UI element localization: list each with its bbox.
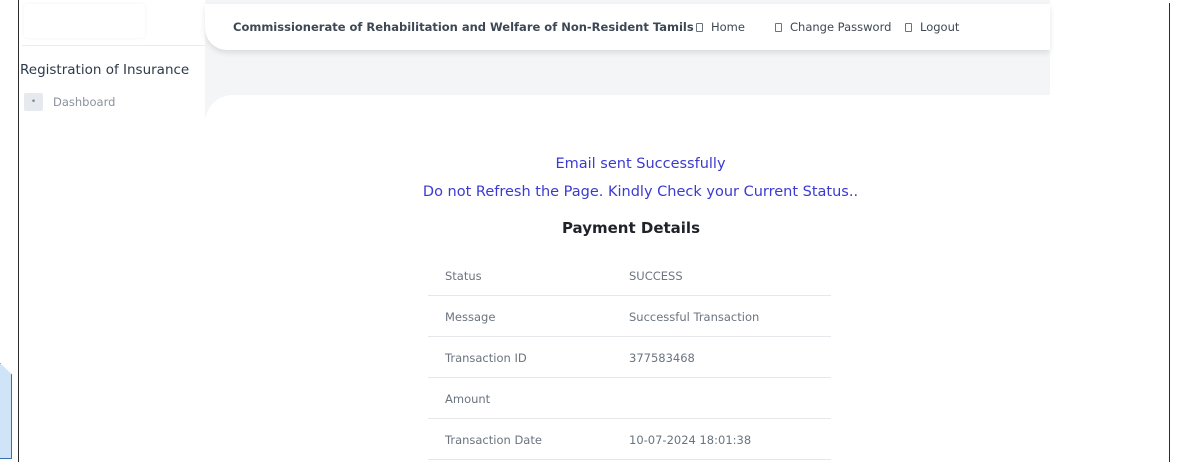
payment-details-table: Status SUCCESS Message Successful Transa…: [428, 255, 831, 460]
table-row: Transaction Date 10-07-2024 18:01:38: [428, 419, 831, 460]
refresh-warning-message: Do not Refresh the Page. Kindly Check yo…: [422, 184, 859, 200]
sidebar-divider: [22, 45, 205, 46]
logout-link[interactable]: Logout: [905, 20, 959, 34]
row-label: Transaction Date: [445, 433, 542, 447]
row-value: 377583468: [629, 351, 695, 365]
page-frame: Registration of Insurance • Dashboard Co…: [0, 0, 1181, 462]
payment-details-title: Payment Details: [561, 219, 701, 237]
side-panel-tab[interactable]: [0, 363, 12, 459]
row-label: Transaction ID: [445, 351, 527, 365]
table-row: Transaction ID 377583468: [428, 337, 831, 378]
change-password-link-label: Change Password: [790, 20, 892, 34]
email-sent-message: Email sent Successfully: [555, 156, 726, 172]
table-row: Amount: [428, 378, 831, 419]
row-value: Successful Transaction: [629, 310, 760, 324]
table-row: Status SUCCESS: [428, 255, 831, 296]
frame-border-left: [18, 0, 19, 462]
change-password-link[interactable]: Change Password: [775, 20, 891, 34]
logo: [24, 4, 145, 38]
row-value: SUCCESS: [629, 269, 683, 283]
table-row: Message Successful Transaction: [428, 296, 831, 337]
row-label: Message: [445, 310, 496, 324]
row-label: Amount: [445, 392, 491, 406]
sidebar-item-dashboard[interactable]: • Dashboard: [24, 92, 115, 112]
header-title: Commissionerate of Rehabilitation and We…: [233, 20, 694, 34]
square-icon: [905, 22, 912, 32]
row-label: Status: [445, 269, 482, 283]
home-link-label: Home: [711, 20, 745, 34]
row-value: 10-07-2024 18:01:38: [629, 433, 752, 447]
top-header: Commissionerate of Rehabilitation and We…: [205, 4, 1050, 50]
square-icon: [696, 22, 703, 32]
square-icon: [775, 22, 782, 32]
home-link[interactable]: Home: [696, 20, 745, 34]
frame-border-right: [1169, 3, 1170, 462]
sidebar-item-label: Dashboard: [53, 95, 116, 109]
dot-icon: •: [24, 93, 43, 111]
sidebar-title: Registration of Insurance: [20, 62, 190, 78]
logout-link-label: Logout: [920, 20, 960, 34]
